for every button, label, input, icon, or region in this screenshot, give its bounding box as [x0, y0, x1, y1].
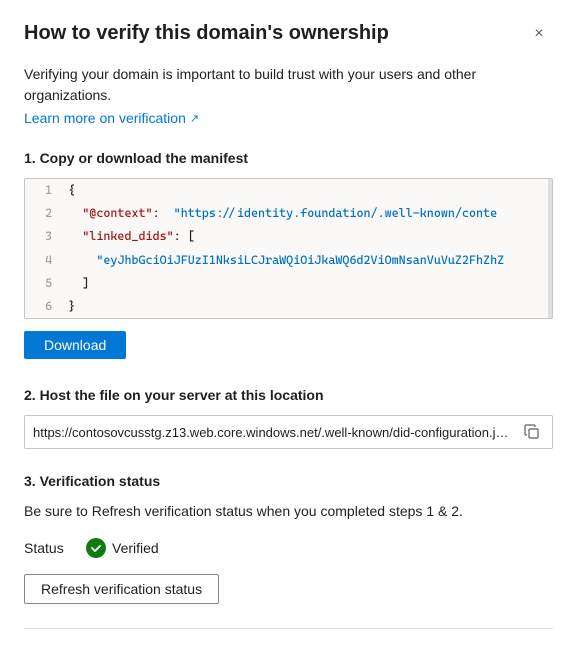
learn-more-label: Learn more on verification: [24, 110, 186, 126]
line-number: 1: [25, 179, 64, 202]
scroll-hint: [548, 179, 552, 318]
copy-icon: [524, 424, 540, 440]
code-table: 1{2 "@context": "https://identity.founda…: [25, 179, 552, 318]
verified-label: Verified: [112, 540, 159, 556]
step3-title: 3. Verification status: [24, 473, 553, 489]
line-code: }: [64, 295, 552, 318]
divider: [24, 628, 553, 629]
learn-more-link[interactable]: Learn more on verification ↗: [24, 110, 199, 126]
panel-header: How to verify this domain's ownership ×: [24, 20, 553, 48]
line-code: ]: [64, 272, 552, 295]
checkmark-icon: [90, 542, 102, 554]
panel-title: How to verify this domain's ownership: [24, 20, 525, 46]
code-block: 1{2 "@context": "https://identity.founda…: [24, 178, 553, 319]
line-number: 3: [25, 225, 64, 248]
download-button[interactable]: Download: [24, 331, 126, 359]
line-number: 4: [25, 249, 64, 272]
status-verified: Verified: [86, 538, 159, 558]
close-button[interactable]: ×: [525, 20, 553, 48]
line-code: {: [64, 179, 552, 202]
line-code: "linked_dids": [: [64, 225, 552, 248]
external-link-icon: ↗: [190, 112, 199, 125]
status-label: Status: [24, 540, 74, 556]
copy-button[interactable]: [520, 422, 544, 442]
line-code: "@context": "https://identity.foundation…: [64, 202, 552, 225]
verified-icon: [86, 538, 106, 558]
status-section: 3. Verification status Be sure to Refres…: [24, 473, 553, 604]
panel: How to verify this domain's ownership × …: [0, 0, 577, 653]
line-code: "eyJhbGciOiJFUzI1NksiLCJraWQiOiJkaWQ6d2V…: [64, 249, 552, 272]
line-number: 5: [25, 272, 64, 295]
line-number: 2: [25, 202, 64, 225]
step2-title: 2. Host the file on your server at this …: [24, 387, 553, 403]
line-number: 6: [25, 295, 64, 318]
status-description: Be sure to Refresh verification status w…: [24, 501, 553, 522]
refresh-button[interactable]: Refresh verification status: [24, 574, 219, 604]
step1-title: 1. Copy or download the manifest: [24, 150, 553, 166]
description-text: Verifying your domain is important to bu…: [24, 64, 553, 106]
url-text: https://contosovcusstg.z13.web.core.wind…: [33, 425, 512, 440]
url-container: https://contosovcusstg.z13.web.core.wind…: [24, 415, 553, 449]
status-row: Status Verified: [24, 538, 553, 558]
